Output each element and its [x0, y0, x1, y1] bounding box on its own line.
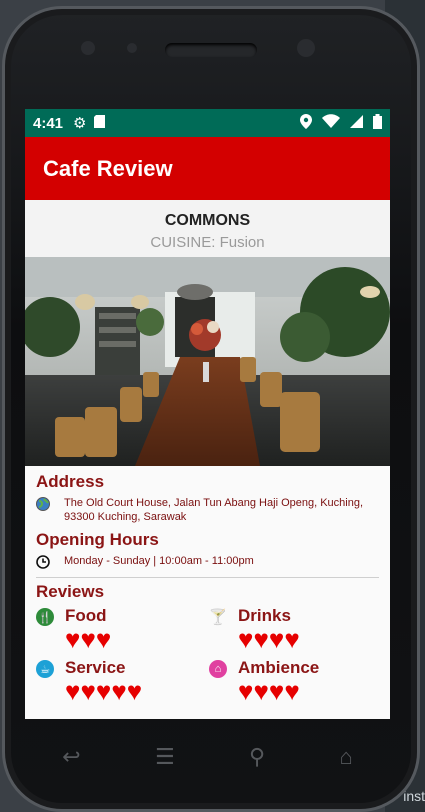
heart-icon: ♥: [238, 676, 254, 706]
back-icon[interactable]: ↩: [62, 744, 80, 770]
cafe-name: COMMONS: [164, 212, 251, 229]
heart-icon: ♥: [253, 676, 269, 706]
camera-icon: [81, 41, 95, 55]
heart-icon: ♥: [95, 624, 112, 654]
address-heading: Address: [36, 472, 105, 491]
cafe-header: COMMONS CUISINE: Fusion: [25, 200, 390, 257]
rating-hearts: ♥♥♥: [65, 626, 111, 652]
wifi-icon: [322, 114, 340, 132]
app-title: Cafe Review: [43, 155, 173, 181]
review-food: 🍴 Food ♥♥♥: [36, 606, 209, 652]
heart-icon: ♥: [95, 676, 112, 706]
reviews-grid: 🍴 Food ♥♥♥ 🍸 Drinks ♥♥♥♥ ☕ Service ♥♥♥♥♥: [36, 606, 379, 704]
review-label: Ambience: [238, 658, 320, 677]
heart-icon: ♥: [238, 624, 254, 654]
review-drinks: 🍸 Drinks ♥♥♥♥: [209, 606, 369, 652]
address-section: Address The Old Court House, Jalan Tun A…: [25, 466, 390, 578]
search-icon[interactable]: ⚲: [249, 744, 265, 770]
status-bar: 4:41 ⚙: [25, 109, 390, 137]
address-line-2: 93300 Kuching, Sarawak: [64, 511, 187, 523]
battery-icon: [373, 113, 382, 133]
cafe-photo: [25, 257, 390, 466]
food-icon: 🍴: [36, 608, 54, 626]
front-camera-icon: [297, 39, 315, 57]
address-line-1: The Old Court House, Jalan Tun Abang Haj…: [64, 497, 364, 509]
heart-icon: ♥: [111, 676, 127, 706]
phone-screen: 4:41 ⚙ Cafe Review COMMONS CUISINE: Fusi…: [25, 109, 390, 719]
review-label: Food: [65, 606, 107, 625]
hours-heading: Opening Hours: [36, 530, 159, 549]
heart-icon: ♥: [80, 676, 96, 706]
reviews-heading: Reviews: [36, 582, 105, 601]
signal-icon: [350, 114, 363, 132]
reviews-section: Reviews 🍴 Food ♥♥♥ 🍸 Drinks ♥♥♥♥ ☕ Servi…: [25, 578, 390, 704]
review-label: Drinks: [238, 606, 291, 625]
heart-icon: ♥: [253, 624, 269, 654]
heart-icon: ♥: [268, 624, 285, 654]
ambience-icon: ⌂: [209, 660, 227, 678]
heart-icon: ♥: [284, 676, 300, 706]
review-service: ☕ Service ♥♥♥♥♥: [36, 658, 209, 704]
heart-icon: ♥: [80, 624, 96, 654]
review-ambience: ⌂ Ambience ♥♥♥♥: [209, 658, 369, 704]
android-nav-bar: ↩ ☰ ⚲ ⌂: [25, 732, 390, 782]
heart-icon: ♥: [126, 676, 143, 706]
cocktail-icon: 🍸: [208, 609, 228, 626]
heart-icon: ♥: [65, 676, 81, 706]
clock-icon: [36, 555, 50, 569]
menu-icon[interactable]: ☰: [155, 744, 175, 770]
sd-card-icon: [94, 115, 106, 131]
cafe-cuisine: CUISINE: Fusion: [150, 234, 265, 251]
heart-icon: ♥: [268, 676, 285, 706]
globe-map-icon: [36, 497, 50, 511]
host-text: inst: [403, 788, 425, 804]
review-label: Service: [65, 658, 126, 677]
rating-hearts: ♥♥♥♥: [238, 626, 300, 652]
location-icon: [300, 113, 312, 133]
hours-text: Monday - Sunday | 10:00am - 11:00pm: [64, 555, 254, 567]
rating-hearts: ♥♥♥♥♥: [65, 678, 142, 704]
app-bar: Cafe Review: [25, 137, 390, 200]
sensor-icon: [127, 43, 137, 53]
settings-gear-icon: ⚙: [73, 114, 87, 132]
speaker-grille: [165, 43, 257, 57]
rating-hearts: ♥♥♥♥: [238, 678, 319, 704]
status-time: 4:41: [33, 114, 64, 132]
heart-icon: ♥: [65, 624, 81, 654]
home-icon[interactable]: ⌂: [340, 744, 353, 770]
heart-icon: ♥: [284, 624, 300, 654]
service-icon: ☕: [36, 660, 54, 678]
